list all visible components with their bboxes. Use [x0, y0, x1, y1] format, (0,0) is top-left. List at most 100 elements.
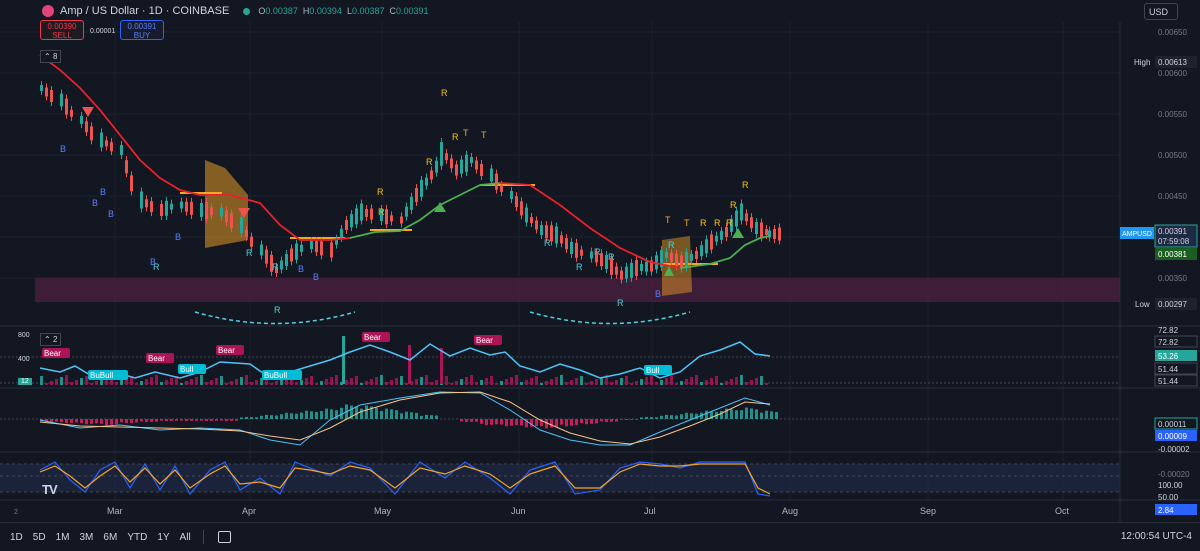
candle-body — [415, 188, 418, 202]
time-axis[interactable]: Mar Apr May Jun Jul Aug Sep Oct 2 — [0, 500, 1120, 522]
candle-body — [640, 263, 643, 271]
pane3-bar — [180, 419, 183, 421]
pane3-bar — [230, 419, 233, 421]
candle-body — [778, 227, 781, 241]
pane3-bar — [275, 415, 278, 419]
indicators-toggle[interactable]: ⌃ 8 — [40, 50, 62, 63]
timeframe-1y[interactable]: 1Y — [157, 532, 169, 543]
candle-body — [290, 248, 293, 262]
timeframe-ytd[interactable]: YTD — [127, 532, 147, 543]
tradingview-logo[interactable]: TV — [42, 482, 58, 497]
pane3-bar — [555, 419, 558, 427]
chart-canvas[interactable]: BBBBBBBBBRRRRRRRRRRRRRRR R RT TT TRRR — [0, 0, 1200, 550]
ohlc-open: O0.00387 — [258, 6, 298, 16]
pane3-bar — [510, 419, 513, 426]
candle-body — [685, 251, 688, 268]
calendar-range-icon[interactable] — [217, 531, 231, 543]
clock-timezone[interactable]: 12:00:54 UTC-4 — [1121, 531, 1192, 542]
time-tick-label: Jun — [511, 506, 526, 516]
signal-label: R — [246, 248, 253, 258]
signal-label: R — [700, 218, 707, 228]
signal-label: T — [481, 130, 487, 140]
pane3-bar — [55, 419, 58, 422]
time-tick-label: Apr — [242, 506, 256, 516]
candle-body — [570, 242, 573, 254]
pane3-bar — [100, 419, 103, 424]
candle-body — [745, 213, 748, 222]
timeframe-all[interactable]: All — [180, 532, 191, 543]
low-label: Low — [1135, 300, 1150, 309]
candle-body — [645, 261, 648, 272]
pane3-bar — [330, 409, 333, 419]
signal-label: R — [617, 298, 624, 308]
low-value: 0.00297 — [1158, 300, 1187, 309]
candle-body — [565, 238, 568, 250]
signal-label: R — [377, 187, 384, 197]
timeframe-1d[interactable]: 1D — [10, 532, 23, 543]
candle-body — [495, 173, 498, 190]
candle-body — [330, 242, 333, 258]
pane3-bar — [595, 419, 598, 424]
pane3-bar — [85, 419, 88, 425]
signal-label: R — [742, 180, 749, 190]
candle-body — [250, 236, 253, 247]
pane3-bar — [770, 411, 773, 419]
pane2-tag-label: Bull — [646, 366, 660, 375]
candle-body — [750, 217, 753, 229]
candle-body — [675, 253, 678, 266]
pane3-bar — [360, 408, 363, 419]
timeframe-6m[interactable]: 6M — [103, 532, 117, 543]
candle-body — [100, 132, 103, 148]
candle-body — [540, 225, 543, 235]
signal-label: R — [726, 218, 733, 228]
pane3-bar — [200, 419, 203, 421]
symbol-title[interactable]: Amp / US Dollar · 1D · COINBASE — [60, 5, 229, 17]
timeframe-1m[interactable]: 1M — [56, 532, 70, 543]
candle-body — [65, 98, 68, 115]
pane3-bar — [155, 419, 158, 422]
pane3-bar — [535, 419, 538, 427]
pane3-val-3: -0.00002 — [1158, 445, 1190, 454]
pane4-val-3: 2.84 — [1158, 506, 1174, 515]
pane3-bar — [410, 412, 413, 419]
market-open-icon — [243, 7, 251, 15]
timeframe-3m[interactable]: 3M — [80, 532, 94, 543]
signal-label: B — [313, 272, 319, 282]
pane3-bar — [305, 410, 308, 419]
candle-body — [360, 203, 363, 221]
pane3-bar — [495, 419, 498, 425]
pane-separators[interactable] — [0, 22, 1200, 522]
pane3-bar — [635, 419, 638, 420]
candle-body — [420, 179, 423, 197]
chart-header: Amp / US Dollar · 1D · COINBASE O0.00387… — [0, 0, 1120, 22]
pane3-bar — [210, 419, 213, 421]
pane3-bar — [750, 408, 753, 419]
buy-button[interactable]: 0.00391 BUY — [120, 20, 164, 40]
pane3-bar — [560, 419, 563, 425]
pane3-bar — [235, 419, 238, 421]
candle-body — [110, 142, 113, 152]
price-axis[interactable]: 0.006500.006000.005500.005000.004500.004… — [1120, 0, 1200, 522]
candle-body — [630, 262, 633, 278]
candle-body — [140, 191, 143, 209]
signal-label: B — [100, 187, 106, 197]
high-label: High — [1134, 58, 1150, 67]
pane3-bar — [80, 419, 83, 423]
pane3-bar — [165, 419, 168, 422]
pane3-bar — [600, 419, 603, 422]
timeframe-5d[interactable]: 5D — [33, 532, 46, 543]
candle-body — [590, 251, 593, 259]
candle-body — [725, 227, 728, 237]
candle-body — [60, 93, 63, 107]
pane3-bar — [425, 414, 428, 419]
candle-body — [430, 170, 433, 180]
sell-button[interactable]: 0.00390 SELL — [40, 20, 84, 40]
candle-body — [710, 234, 713, 250]
candle-body — [150, 201, 153, 213]
buy-label: BUY — [133, 31, 151, 40]
pane3-bar — [670, 415, 673, 419]
candle-body — [90, 126, 93, 141]
price-tick-label: 0.00500 — [1158, 151, 1187, 160]
pane3-bar — [250, 417, 253, 419]
pane3-val-2: 0.00009 — [1158, 432, 1187, 441]
